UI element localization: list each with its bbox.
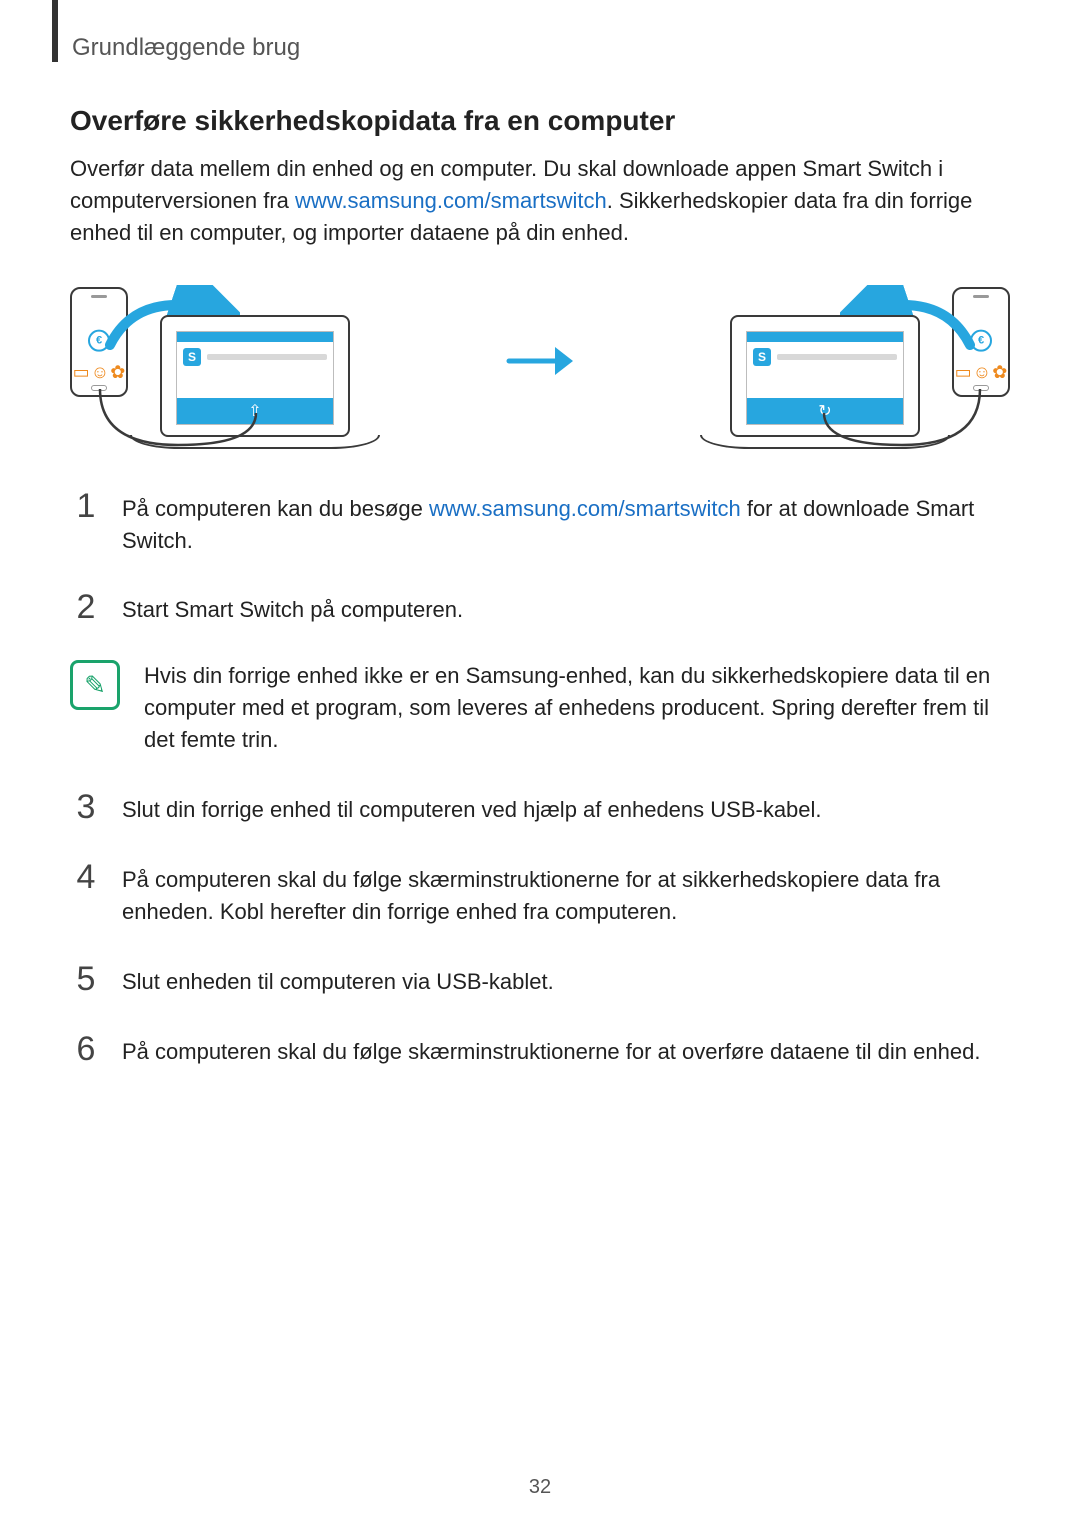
step-body: På computeren skal du følge skærminstruk… <box>122 1032 1010 1068</box>
step-body: På computeren skal du følge skærminstruk… <box>122 860 1010 928</box>
step-number: 6 <box>70 1032 102 1068</box>
step-number: 4 <box>70 860 102 928</box>
arrow-right-icon <box>505 335 575 393</box>
step-number: 3 <box>70 790 102 826</box>
usb-cable-icon <box>822 387 982 447</box>
note-pencil-icon: ✎ <box>70 660 120 710</box>
usb-cable-icon <box>98 387 258 447</box>
step-1: 1 På computeren kan du besøge www.samsun… <box>70 489 1010 557</box>
transfer-diagram: € ▭ ☺ ✿ S <box>70 279 1010 449</box>
step-body: Slut din forrige enhed til computeren ve… <box>122 790 1010 826</box>
step-body: På computeren kan du besøge www.samsung.… <box>122 489 1010 557</box>
content-area: Overføre sikkerhedskopidata fra en compu… <box>70 0 1010 1067</box>
msg-icon: ▭ <box>955 362 972 383</box>
header-breadcrumb: Grundlæggende brug <box>72 34 300 62</box>
intro-link[interactable]: www.samsung.com/smartswitch <box>295 188 607 213</box>
step-3: 3 Slut din forrige enhed til computeren … <box>70 790 1010 826</box>
step-5: 5 Slut enheden til computeren via USB-ka… <box>70 962 1010 998</box>
smartswitch-logo-icon: S <box>183 348 201 366</box>
step-body: Slut enheden til computeren via USB-kabl… <box>122 962 1010 998</box>
step-text-pre: På computeren kan du besøge <box>122 496 429 521</box>
diagram-scene-restore: € ▭ ☺ ✿ S <box>640 279 1010 449</box>
step-body: Start Smart Switch på computeren. <box>122 590 1010 626</box>
phone-data-icons: ▭ ☺ ✿ <box>72 362 126 383</box>
gear-icon: ✿ <box>110 362 125 383</box>
step-2: 2 Start Smart Switch på computeren. <box>70 590 1010 626</box>
step-number: 1 <box>70 489 102 557</box>
page: Grundlæggende brug Overføre sikkerhedsko… <box>0 0 1080 1527</box>
step-link[interactable]: www.samsung.com/smartswitch <box>429 496 741 521</box>
smartswitch-logo-icon: S <box>753 348 771 366</box>
steps-list: 1 På computeren kan du besøge www.samsun… <box>70 489 1010 1068</box>
contact-icon: ☺ <box>91 362 109 383</box>
contact-icon: ☺ <box>973 362 991 383</box>
section-title: Overføre sikkerhedskopidata fra en compu… <box>70 105 1010 137</box>
note-callout: ✎ Hvis din forrige enhed ikke er en Sams… <box>70 660 1010 756</box>
phone-data-icons: ▭ ☺ ✿ <box>954 362 1008 383</box>
step-number: 5 <box>70 962 102 998</box>
diagram-scene-backup: € ▭ ☺ ✿ S <box>70 279 440 449</box>
header-rule <box>52 0 58 62</box>
step-4: 4 På computeren skal du følge skærminstr… <box>70 860 1010 928</box>
msg-icon: ▭ <box>73 362 90 383</box>
gear-icon: ✿ <box>992 362 1007 383</box>
page-number: 32 <box>0 1476 1080 1499</box>
intro-paragraph: Overfør data mellem din enhed og en comp… <box>70 153 1010 249</box>
step-6: 6 På computeren skal du følge skærminstr… <box>70 1032 1010 1068</box>
step-number: 2 <box>70 590 102 626</box>
note-text: Hvis din forrige enhed ikke er en Samsun… <box>144 660 1010 756</box>
